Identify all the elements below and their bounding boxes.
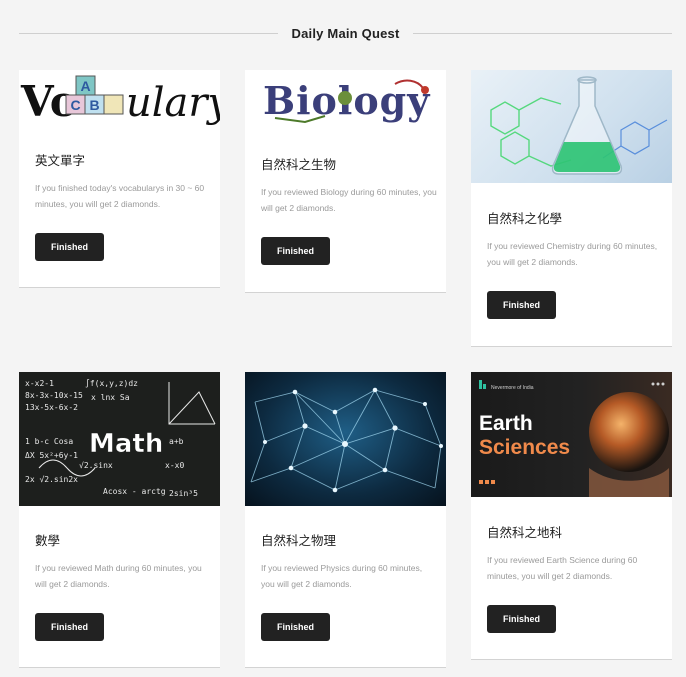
finished-button[interactable]: Finished <box>487 605 556 633</box>
svg-text:Math: Math <box>89 429 163 459</box>
svg-text:a+b: a+b <box>169 437 184 446</box>
card-description: If you reviewed Physics during 60 minute… <box>261 563 423 589</box>
finished-button[interactable]: Finished <box>261 237 330 265</box>
card-description: If you reviewed Biology during 60 minute… <box>261 187 437 213</box>
svg-text:x-x0: x-x0 <box>165 461 184 470</box>
finished-button[interactable]: Finished <box>35 233 104 261</box>
block-a: A <box>80 78 90 94</box>
svg-text:√2.sinx: √2.sinx <box>79 461 113 470</box>
finished-button[interactable]: Finished <box>35 613 104 641</box>
divider-left <box>19 32 278 34</box>
svg-text:x lnx Sa: x lnx Sa <box>91 393 130 402</box>
earth-science-image: Nevermore of India Earth Sciences <box>471 372 672 497</box>
quest-card-earth-science: Nevermore of India Earth Sciences 自然科之地科… <box>471 372 672 660</box>
svg-text:ulary: ulary <box>126 80 220 126</box>
svg-text:ΔX 5x²+6y-1: ΔX 5x²+6y-1 <box>25 451 78 460</box>
card-description: If you reviewed Chemistry during 60 minu… <box>487 241 658 267</box>
quest-card-biology: Biology 自然科之生物 If you reviewed Biology d… <box>245 70 446 293</box>
svg-text:2x √2.sin2x: 2x √2.sin2x <box>25 475 78 484</box>
math-image: x-x2-1 8x-3x-10x-15 13x-5x-6x-2 ∫f(x,y,z… <box>19 372 220 506</box>
earth-badge: Nevermore of India <box>491 385 534 391</box>
quest-card-chemistry: 自然科之化學 If you reviewed Chemistry during … <box>471 70 672 347</box>
section-title: Daily Main Quest <box>291 25 400 41</box>
svg-text:Acosx - arctg: Acosx - arctg <box>103 487 166 496</box>
finished-button[interactable]: Finished <box>261 613 330 641</box>
block-b: B <box>89 97 99 113</box>
divider-right <box>413 32 673 34</box>
card-description: If you reviewed Math during 60 minutes, … <box>35 563 202 589</box>
finished-button[interactable]: Finished <box>487 291 556 319</box>
card-title: 自然科之物理 <box>261 534 337 548</box>
vocabulary-image: Vo A C B ulary <box>19 70 220 128</box>
card-title: 自然科之地科 <box>487 526 563 540</box>
card-title: 自然科之生物 <box>261 158 337 172</box>
svg-text:∫f(x,y,z)dz: ∫f(x,y,z)dz <box>85 379 138 388</box>
earth-line1: Earth <box>479 412 533 435</box>
svg-text:x-x2-1: x-x2-1 <box>25 379 54 388</box>
card-title: 英文單字 <box>35 154 86 168</box>
card-description: If you reviewed Earth Science during 60 … <box>487 555 638 581</box>
section-header: Daily Main Quest <box>19 22 673 44</box>
svg-text:8x-3x-10x-15: 8x-3x-10x-15 <box>25 391 83 400</box>
quest-card-physics: 自然科之物理 If you reviewed Physics during 60… <box>245 372 446 668</box>
card-title: 數學 <box>35 534 61 548</box>
svg-text:1 b-c Cosa: 1 b-c Cosa <box>25 437 73 446</box>
quest-card-math: x-x2-1 8x-3x-10x-15 13x-5x-6x-2 ∫f(x,y,z… <box>19 372 220 668</box>
physics-image <box>245 372 446 506</box>
svg-text:2sin³5: 2sin³5 <box>169 489 198 498</box>
svg-text:13x-5x-6x-2: 13x-5x-6x-2 <box>25 403 78 412</box>
earth-line2: Sciences <box>479 436 570 459</box>
chemistry-image <box>471 70 672 183</box>
card-title: 自然科之化學 <box>487 212 563 226</box>
block-c: C <box>70 97 80 113</box>
card-description: If you finished today's vocabularys in 3… <box>35 183 205 209</box>
quest-card-vocabulary: Vo A C B ulary 英文單字 If you finished toda… <box>19 70 220 288</box>
biology-image: Biology <box>245 70 446 130</box>
